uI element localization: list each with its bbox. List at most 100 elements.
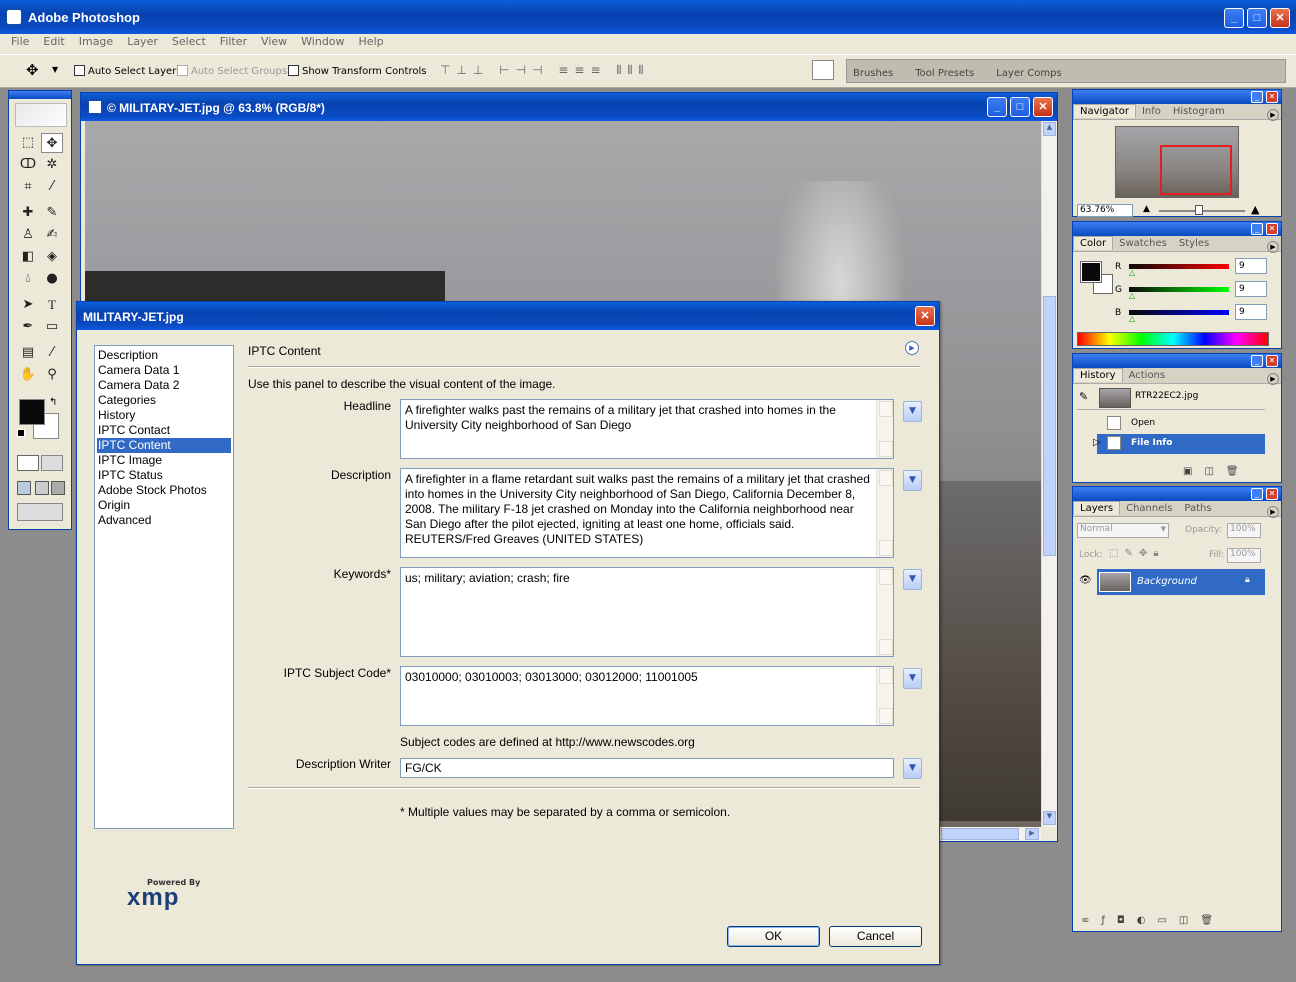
marquee-tool-icon[interactable]: ⬚ [17,133,39,153]
well-tab-brushes[interactable]: Brushes [853,68,893,79]
palette-menu-icon[interactable]: ▶ [1267,373,1279,385]
eye-icon[interactable]: 👁︎ [1079,575,1092,586]
clone-stamp-tool-icon[interactable]: ♙ [17,225,39,245]
palette-minimize-button[interactable]: _ [1251,488,1263,500]
dialog-close-button[interactable]: ✕ [915,306,935,326]
red-value-field[interactable]: 9 [1235,258,1267,274]
document-horizontal-scrollbar[interactable]: ▶ [941,827,1041,841]
type-tool-icon[interactable]: T [41,295,63,315]
cancel-button[interactable]: Cancel [829,926,922,947]
history-item-open[interactable]: Open [1077,414,1265,434]
doc-minimize-button[interactable]: _ [987,97,1007,117]
keywords-dropdown-button[interactable]: ▼ [903,569,922,590]
app-maximize-button[interactable]: □ [1247,8,1267,28]
subject-code-dropdown-button[interactable]: ▼ [903,668,922,689]
ok-button[interactable]: OK [727,926,820,947]
zoom-tool-icon[interactable]: ⚲ [41,365,63,385]
color-spectrum-bar[interactable] [1077,332,1269,346]
dodge-tool-icon[interactable]: ● [41,269,63,289]
section-menu-icon[interactable]: ▶ [905,341,919,355]
category-item-iptc-contact[interactable]: IPTC Contact [97,423,231,438]
menu-edit[interactable]: Edit [43,35,64,48]
scroll-down-arrow-icon[interactable]: ▼ [1043,811,1056,825]
document-vertical-scrollbar[interactable]: ▲ ▼ [1041,121,1057,827]
crop-tool-icon[interactable]: ⌗ [17,177,39,197]
palette-menu-icon[interactable]: ▶ [1267,109,1279,121]
keywords-input[interactable]: us; military; aviation; crash; fire [400,567,894,657]
navigator-tab-histogram[interactable]: Histogram [1167,105,1231,118]
category-item-history[interactable]: History [97,408,231,423]
move-tool-icon[interactable]: ✥ [26,61,39,79]
well-tab-tool-presets[interactable]: Tool Presets [915,68,974,79]
blur-tool-icon[interactable]: 💧︎ [17,269,39,289]
category-item-description[interactable]: Description [97,348,231,363]
zoom-slider-thumb[interactable] [1195,205,1203,215]
pen-tool-icon[interactable]: ✒ [17,317,39,337]
quick-mask-mode-icon[interactable] [41,455,63,471]
category-item-iptc-content[interactable]: IPTC Content [97,438,231,453]
layers-tab-layers[interactable]: Layers [1073,501,1121,515]
description-dropdown-button[interactable]: ▼ [903,470,922,491]
palette-close-button[interactable]: ✕ [1266,355,1278,367]
swap-colors-icon[interactable]: ↰ [49,397,57,408]
palette-menu-icon[interactable]: ▶ [1267,241,1279,253]
description-input[interactable]: A firefighter in a flame retardant suit … [400,468,894,558]
hand-tool-icon[interactable]: ✋ [17,365,39,385]
green-slider[interactable] [1129,287,1229,292]
navigator-zoom-field[interactable]: 63.76% [1077,204,1133,217]
blue-slider[interactable] [1129,310,1229,315]
doc-close-button[interactable]: ✕ [1033,97,1053,117]
palette-minimize-button[interactable]: _ [1251,223,1263,235]
palette-close-button[interactable]: ✕ [1266,91,1278,103]
move-tool-icon[interactable]: ✥ [41,133,63,153]
screen-mode-full-menu-icon[interactable] [35,481,49,495]
category-item-categories[interactable]: Categories [97,393,231,408]
navigator-thumbnail[interactable] [1115,126,1239,198]
lock-icons[interactable]: ⬚✎✥🔒︎ [1109,548,1165,559]
scroll-thumb[interactable] [1043,296,1056,556]
headline-dropdown-button[interactable]: ▼ [903,401,922,422]
history-brush-tool-icon[interactable]: ✍ [41,225,63,245]
menu-view[interactable]: View [261,35,287,48]
navigator-zoom-slider[interactable] [1159,205,1245,215]
zoom-out-icon[interactable]: ▲ [1143,204,1150,214]
navigator-tab-navigator[interactable]: Navigator [1073,104,1136,118]
paint-bucket-tool-icon[interactable]: ◈ [41,247,63,267]
history-snapshot[interactable]: ✎ RTR22EC2.jpg [1077,386,1265,410]
history-tab-actions[interactable]: Actions [1123,369,1172,382]
menu-layer[interactable]: Layer [127,35,158,48]
layer-row-selected[interactable]: Background 🔒︎ [1097,569,1265,595]
align-buttons[interactable]: ⊤⊥⊥ ⊢⊣⊣ ≡≡≡ ⫴⫴⫴ [440,63,649,78]
layers-footer-icons[interactable]: ∞ƒ◘◐▭◫🗑︎ [1081,915,1225,926]
lasso-tool-icon[interactable]: ↀ [17,155,39,175]
layer-row-background[interactable]: 👁︎ Background 🔒︎ [1077,569,1265,595]
hscroll-thumb[interactable] [941,828,1019,840]
standard-mode-icon[interactable] [17,455,39,471]
menu-filter[interactable]: Filter [220,35,247,48]
category-item-origin[interactable]: Origin [97,498,231,513]
palette-menu-icon[interactable]: ▶ [1267,506,1279,518]
color-tab-styles[interactable]: Styles [1173,237,1215,250]
auto-select-layer-checkbox[interactable]: Auto Select Layer [74,64,176,77]
app-close-button[interactable]: ✕ [1270,8,1290,28]
green-value-field[interactable]: 9 [1235,281,1267,297]
palette-minimize-button[interactable]: _ [1251,355,1263,367]
doc-maximize-button[interactable]: □ [1010,97,1030,117]
category-item-adobe-stock-photos[interactable]: Adobe Stock Photos [97,483,231,498]
healing-brush-tool-icon[interactable]: ✚ [17,203,39,223]
magic-wand-tool-icon[interactable]: ✲ [41,155,63,175]
history-tab-history[interactable]: History [1073,368,1123,382]
jump-to-imageready-icon[interactable] [17,503,63,521]
shape-tool-icon[interactable]: ▭ [41,317,63,337]
eraser-tool-icon[interactable]: ◧ [17,247,39,267]
scroll-right-arrow-icon[interactable]: ▶ [1025,828,1039,840]
foreground-color-swatch[interactable] [19,399,45,425]
red-slider[interactable] [1129,264,1229,269]
blue-slider-thumb-icon[interactable]: △ [1129,314,1135,323]
description-scrollbar[interactable] [876,469,893,557]
color-fg-swatch[interactable] [1080,261,1102,283]
palette-close-button[interactable]: ✕ [1266,488,1278,500]
menu-window[interactable]: Window [301,35,344,48]
menu-image[interactable]: Image [79,35,113,48]
category-item-advanced[interactable]: Advanced [97,513,231,528]
